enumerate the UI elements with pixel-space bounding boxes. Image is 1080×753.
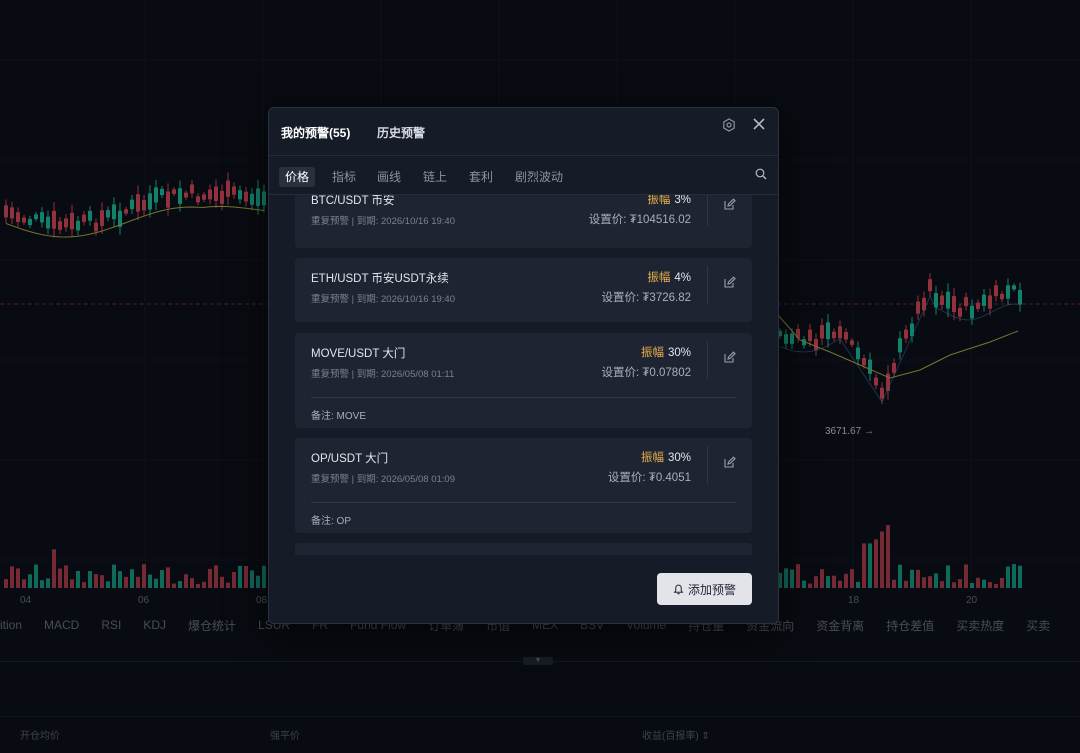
alert-meta: 重复预警 | 到期: 2026/10/16 19:40 (311, 216, 455, 227)
subtab-1[interactable]: 指标 (326, 167, 362, 187)
alert-card[interactable]: MOVE/USDT 大门重复预警 | 到期: 2026/05/08 01:11 振… (295, 333, 752, 428)
alert-card[interactable]: BTC/USDT 币安重复预警 | 到期: 2026/10/16 19:40 振幅… (295, 195, 752, 248)
add-alert-label: 添加预警 (687, 582, 736, 597)
tab-my-alerts[interactable]: 我的预警(55) (281, 124, 350, 141)
edit-icon[interactable] (723, 198, 736, 211)
alert-amplitude: 振幅 30% (641, 449, 691, 465)
card-divider (707, 266, 708, 304)
alert-pair: OP/USDT 大门 (311, 453, 389, 465)
alert-note: 备注: MOVE (311, 411, 367, 422)
card-divider (707, 446, 708, 484)
alert-amplitude: 振幅 3% (647, 195, 691, 207)
amplitude-value: 4% (674, 272, 691, 284)
card-divider (707, 341, 708, 379)
alert-note: 备注: OP (311, 516, 352, 527)
modal-header: 我的预警(55) 历史预警 (269, 108, 778, 156)
amplitude-label: 振幅 (647, 272, 671, 284)
amplitude-label: 振幅 (640, 347, 664, 359)
alert-type-tabs: 价格 指标 画线 链上 套利 剧烈波动 (269, 156, 778, 195)
subtab-4[interactable]: 套利 (463, 167, 499, 187)
alert-amplitude: 振幅 4% (647, 269, 691, 285)
note-divider (311, 397, 736, 398)
alert-meta: 重复预警 | 到期: 2026/10/16 19:40 (311, 294, 455, 305)
amplitude-label: 振幅 (647, 195, 671, 206)
alert-meta: 重复预警 | 到期: 2026/05/08 01:11 (311, 369, 455, 380)
alert-meta: 重复预警 | 到期: 2026/05/08 01:09 (311, 474, 455, 485)
alerts-modal: 我的预警(55) 历史预警 价格 指标 画线 链上 套利 剧烈波动 BTC/USDT 币安… (268, 107, 779, 624)
amplitude-label: 振幅 (640, 452, 664, 464)
edit-icon[interactable] (723, 276, 736, 289)
settings-icon[interactable] (722, 118, 736, 132)
subtab-3[interactable]: 链上 (417, 167, 453, 187)
subtab-0[interactable]: 价格 (279, 167, 316, 187)
alert-set-price: 设置价: ₮0.07802 (601, 367, 691, 379)
edit-icon[interactable] (723, 351, 736, 364)
close-icon[interactable] (751, 116, 767, 132)
subtab-5[interactable]: 剧烈波动 (509, 167, 569, 187)
alert-list[interactable]: BTC/USDT 币安重复预警 | 到期: 2026/10/16 19:40 振幅… (269, 195, 778, 555)
amplitude-value: 30% (667, 452, 691, 464)
alert-set-price: 设置价: ₮104516.02 (588, 214, 691, 226)
alert-pair: ETH/USDT 币安USDT永续 (311, 273, 449, 285)
note-divider (311, 502, 736, 503)
alert-card[interactable]: ETH/USDT 币安USDT永续 重复预警 | 到期: 2026/10/16 1… (295, 258, 752, 322)
alert-card[interactable] (295, 543, 752, 555)
amplitude-value: 3% (674, 195, 691, 206)
alert-amplitude: 振幅 30% (641, 344, 691, 360)
amplitude-value: 30% (667, 347, 691, 359)
add-alert-button[interactable]: 添加预警 (657, 573, 752, 605)
alert-set-price: 设置价: ₮3726.82 (601, 292, 691, 304)
edit-icon[interactable] (723, 456, 736, 469)
alert-pair: BTC/USDT 币安 (311, 195, 395, 207)
bell-icon (673, 584, 684, 594)
search-icon[interactable] (755, 168, 767, 180)
tab-history-alerts[interactable]: 历史预警 (377, 124, 425, 141)
alert-set-price: 设置价: ₮0.4051 (607, 472, 691, 484)
card-divider (707, 195, 708, 226)
subtab-2[interactable]: 画线 (371, 167, 407, 187)
alert-card[interactable]: OP/USDT 大门重复预警 | 到期: 2026/05/08 01:09 振幅 3… (295, 438, 752, 533)
alert-pair: MOVE/USDT 大门 (311, 348, 406, 360)
